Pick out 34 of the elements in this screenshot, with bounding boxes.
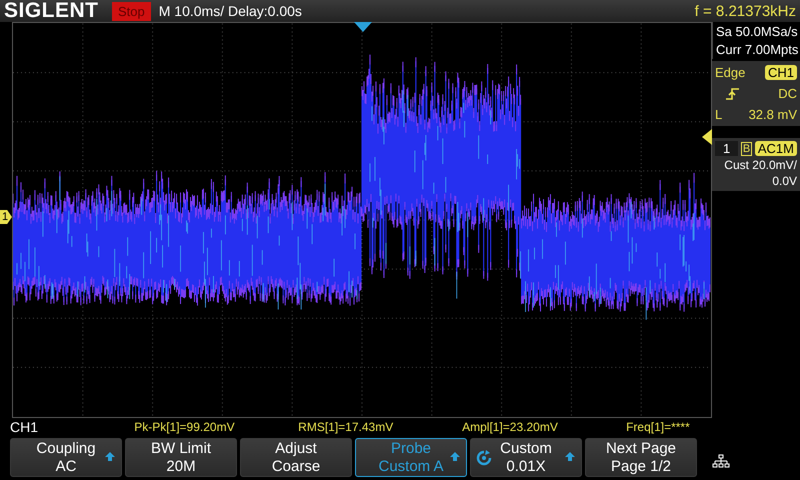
up-arrow-icon	[565, 452, 575, 461]
measurement-readout: Freq[1]=****	[626, 420, 691, 434]
softkey[interactable]: Coupling AC	[10, 438, 122, 477]
level-label: L	[715, 107, 722, 122]
measurement-readout: RMS[1]=17.43mV	[298, 420, 394, 434]
rising-edge-icon	[725, 86, 741, 100]
channel-coupling: AC1M	[754, 141, 797, 156]
measurement-readout: Pk-Pk[1]=99.20mV	[134, 420, 236, 434]
trigger-level-icon[interactable]	[702, 129, 712, 145]
channel-marker[interactable]: 1	[0, 210, 12, 224]
frequency-readout: f = 8.21373kHz	[694, 2, 796, 20]
softkey[interactable]: Probe Custom A	[355, 438, 467, 477]
network-icon	[712, 454, 730, 470]
vertical-offset: 0.0V	[772, 174, 797, 188]
vertical-scale: Cust 20.0mV/	[724, 158, 797, 172]
softkey[interactable]: BW Limit 20M	[125, 438, 237, 477]
softkey[interactable]: Next Page Page 1/2	[585, 438, 697, 477]
up-arrow-icon	[105, 452, 115, 461]
sample-rate: Sa 50.0MSa/s	[716, 24, 797, 39]
trigger-type: Edge	[715, 65, 746, 80]
softkey[interactable]: Adjust Coarse	[240, 438, 352, 477]
trigger-source: CH1	[764, 65, 797, 80]
bandwidth-mark: B	[740, 142, 752, 156]
up-arrow-icon	[450, 452, 460, 461]
brand-logo: SIGLENT	[4, 0, 100, 22]
trigger-coupling: DC	[778, 86, 797, 101]
softkey[interactable]: Custom 0.01X	[470, 438, 582, 477]
measurement-readout: Ampl[1]=23.20mV	[462, 420, 559, 434]
memory-depth: Curr 7.00Mpts	[716, 42, 797, 57]
trigger-level-value: 32.8 mV	[748, 107, 797, 122]
rotary-knob-icon	[476, 450, 492, 466]
menu-channel-label: CH1	[10, 419, 40, 435]
timebase-text: M 10.0ms/ Delay:0.00s	[158, 3, 303, 19]
channel-number: 1	[715, 141, 738, 156]
